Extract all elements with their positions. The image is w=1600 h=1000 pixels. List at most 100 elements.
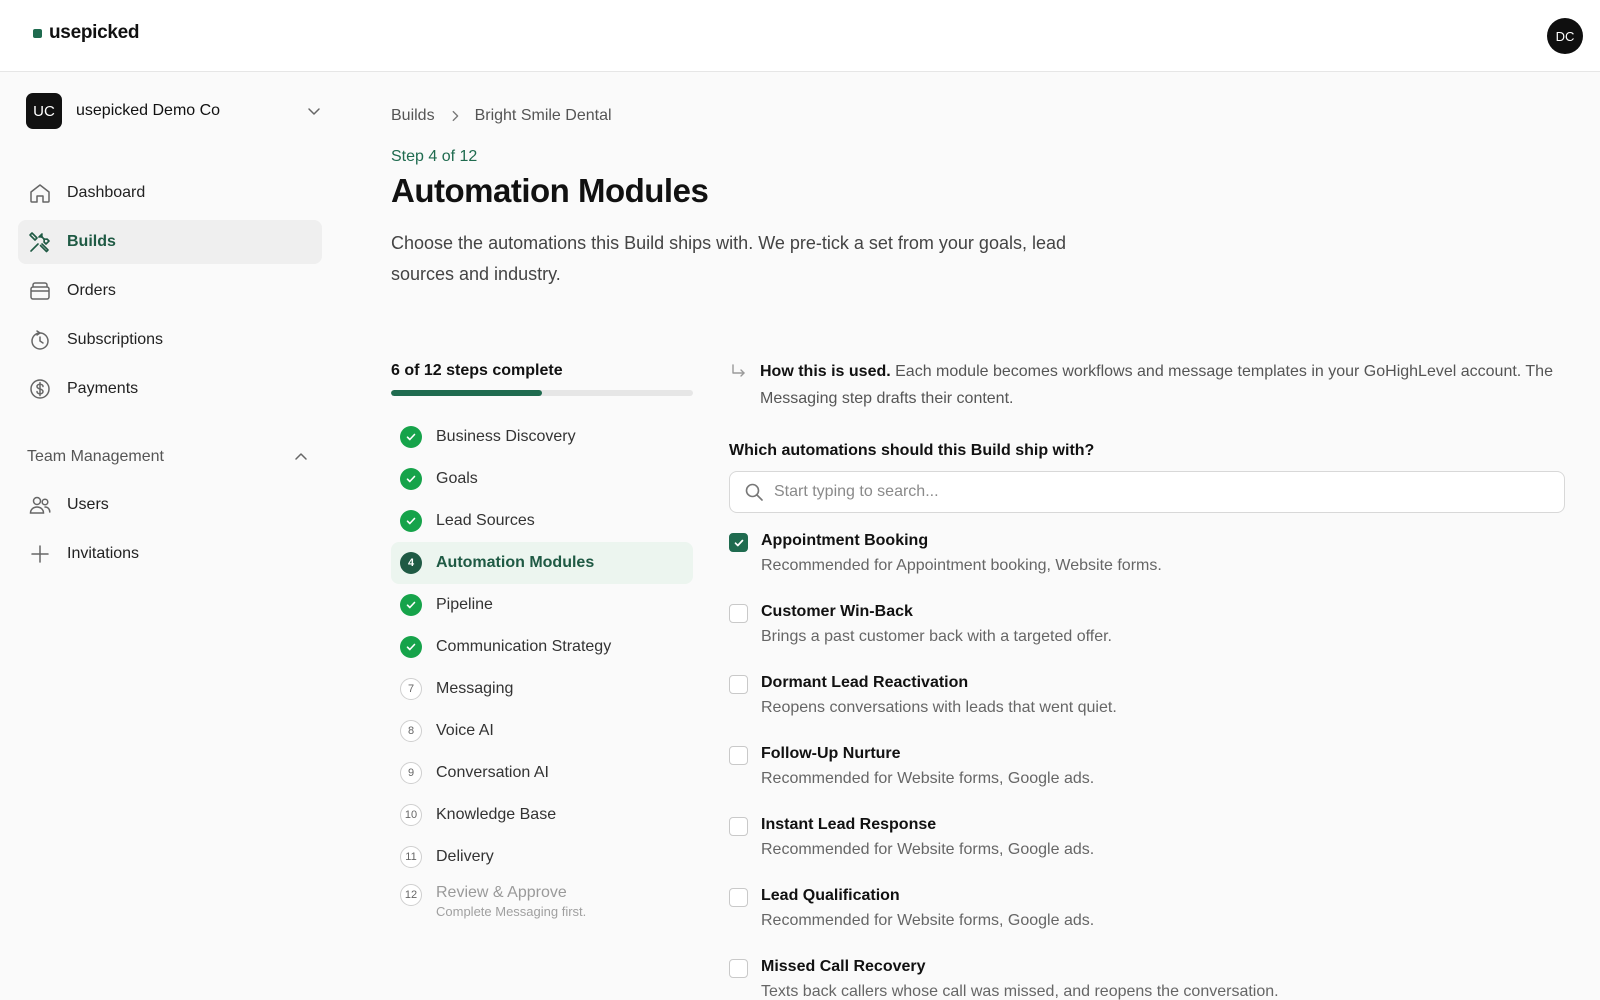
nav-item-invitations[interactable]: Invitations: [18, 532, 322, 576]
module-checkbox[interactable]: [729, 675, 748, 694]
chevron-down-icon: [308, 108, 320, 115]
nav-label: Users: [67, 496, 109, 513]
step-item[interactable]: 9 Conversation AI: [391, 752, 693, 794]
nav-item-users[interactable]: Users: [18, 483, 322, 527]
module-checkbox[interactable]: [729, 746, 748, 765]
step-number: 10: [400, 804, 422, 826]
step-item: 12 Review & Approve Complete Messaging fir…: [391, 878, 693, 926]
info-note: How this is used. Each module becomes wo…: [730, 358, 1580, 412]
step-item[interactable]: 11 Delivery: [391, 836, 693, 878]
nav-item-dashboard[interactable]: Dashboard: [18, 171, 322, 215]
nav-label: Builds: [67, 233, 116, 250]
info-text: How this is used. Each module becomes wo…: [760, 358, 1580, 412]
step-item[interactable]: 4 Automation Modules: [391, 542, 693, 584]
section-label: Team Management: [27, 448, 164, 465]
step-number: 12: [400, 884, 422, 906]
step-label: Conversation AI: [436, 764, 549, 781]
check-circle-icon: [400, 636, 422, 658]
step-item[interactable]: 8 Voice AI: [391, 710, 693, 752]
step-text: Automation Modules: [436, 554, 594, 572]
step-item[interactable]: Communication Strategy: [391, 626, 693, 668]
module-option[interactable]: Missed Call Recovery Texts back callers w…: [729, 956, 1579, 1000]
search-box[interactable]: [729, 471, 1565, 513]
nav-item-orders[interactable]: Orders: [18, 269, 322, 313]
step-label: Communication Strategy: [436, 638, 612, 655]
module-title: Follow-Up Nurture: [761, 745, 901, 762]
nav-item-subscriptions[interactable]: Subscriptions: [18, 318, 322, 362]
search-icon: [745, 483, 763, 501]
module-description: Recommended for Website forms, Google ad…: [761, 912, 1095, 929]
module-text: Dormant Lead Reactivation Reopens convers…: [761, 672, 1117, 743]
module-option[interactable]: Lead Qualification Recommended for Websit…: [729, 885, 1579, 956]
step-hint: Complete Messaging first.: [436, 904, 587, 919]
step-number: 8: [400, 720, 422, 742]
breadcrumb-builds[interactable]: Builds: [391, 107, 435, 125]
module-checkbox[interactable]: [729, 604, 748, 623]
page-title: Automation Modules: [391, 172, 709, 209]
module-text: Missed Call Recovery Texts back callers w…: [761, 956, 1279, 1000]
module-option[interactable]: Follow-Up Nurture Recommended for Website…: [729, 743, 1579, 814]
org-switcher[interactable]: UC usepicked Demo Co: [26, 93, 326, 129]
step-label: Goals: [436, 470, 478, 487]
step-item[interactable]: 7 Messaging: [391, 668, 693, 710]
step-number: 7: [400, 678, 422, 700]
step-text: Communication Strategy: [436, 638, 611, 656]
step-text: Pipeline: [436, 596, 493, 614]
sidebar: UC usepicked Demo Co Dashboard Builds Or…: [0, 72, 340, 1000]
dollar-icon: [30, 379, 50, 399]
search-input[interactable]: [774, 483, 1564, 501]
users-icon: [29, 496, 51, 514]
step-text: Goals: [436, 470, 478, 488]
check-circle-icon: [400, 468, 422, 490]
module-option[interactable]: Dormant Lead Reactivation Reopens convers…: [729, 672, 1579, 743]
breadcrumb: Builds Bright Smile Dental: [391, 107, 612, 125]
logo[interactable]: usepicked: [33, 22, 140, 44]
module-option[interactable]: Appointment Booking Recommended for Appoi…: [729, 530, 1579, 601]
step-text: Review & Approve Complete Messaging first…: [436, 884, 586, 919]
step-number: 11: [400, 846, 422, 868]
org-name: usepicked Demo Co: [76, 102, 221, 119]
step-label: Delivery: [436, 848, 494, 865]
module-title: Appointment Booking: [761, 532, 929, 549]
module-checkbox[interactable]: [729, 533, 748, 552]
user-avatar[interactable]: DC: [1547, 18, 1583, 54]
step-label: Business Discovery: [436, 428, 576, 445]
step-label: Messaging: [436, 680, 514, 697]
module-title: Instant Lead Response: [761, 816, 937, 833]
module-option[interactable]: Customer Win-Back Brings a past customer …: [729, 601, 1579, 672]
top-bar: usepicked DC: [0, 0, 1600, 72]
step-item[interactable]: Pipeline: [391, 584, 693, 626]
breadcrumb-current: Bright Smile Dental: [474, 107, 612, 124]
module-list: Appointment Booking Recommended for Appoi…: [729, 530, 1579, 1000]
module-text: Appointment Booking Recommended for Appoi…: [761, 530, 1162, 601]
module-text: Customer Win-Back Brings a past customer …: [761, 601, 1112, 672]
step-text: Delivery: [436, 848, 494, 866]
logo-mark: [33, 28, 42, 38]
logo-text: usepicked: [49, 22, 140, 43]
step-text: Knowledge Base: [436, 806, 556, 824]
team-management-toggle[interactable]: Team Management: [27, 448, 309, 466]
main-nav: Dashboard Builds Orders Subscriptions Pa…: [18, 171, 322, 416]
nav-label: Payments: [67, 380, 139, 397]
module-text: Follow-Up Nurture Recommended for Website…: [761, 743, 1094, 814]
step-item[interactable]: Lead Sources: [391, 500, 693, 542]
step-item[interactable]: Goals: [391, 458, 693, 500]
step-number: 4: [400, 552, 422, 574]
refresh-icon: [31, 330, 49, 350]
step-item[interactable]: Business Discovery: [391, 416, 693, 458]
nav-item-builds[interactable]: Builds: [18, 220, 322, 264]
check-circle-icon: [400, 594, 422, 616]
module-checkbox[interactable]: [729, 817, 748, 836]
info-bold: How this is used.: [760, 363, 891, 380]
module-checkbox[interactable]: [729, 959, 748, 978]
module-checkbox[interactable]: [729, 888, 748, 907]
nav-item-payments[interactable]: Payments: [18, 367, 322, 411]
module-option[interactable]: Instant Lead Response Recommended for Web…: [729, 814, 1579, 885]
module-text: Instant Lead Response Recommended for Web…: [761, 814, 1094, 885]
org-avatar: UC: [26, 93, 62, 129]
nav-label: Orders: [67, 282, 116, 299]
step-text: Business Discovery: [436, 428, 576, 446]
step-item[interactable]: 10 Knowledge Base: [391, 794, 693, 836]
step-label: Automation Modules: [436, 554, 595, 571]
tools-icon: [29, 232, 50, 253]
